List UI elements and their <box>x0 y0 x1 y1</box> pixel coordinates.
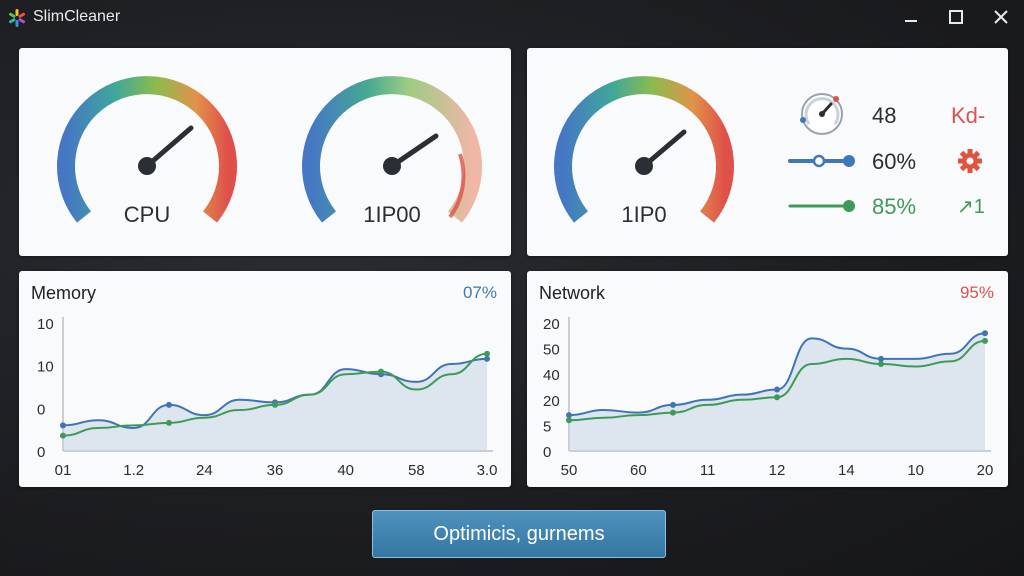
memory-x-tick-label: 24 <box>196 462 213 479</box>
network-y-tick-label: 20 <box>543 316 560 333</box>
memory-x-tick-label: 40 <box>337 462 354 479</box>
memory-chart-card: Memory 07% 10 10 0 0 01 1.2 24 36 40 58 3.0 <box>19 271 511 487</box>
memory-x-tick-label: 36 <box>267 462 284 479</box>
memory-data-point <box>378 368 384 375</box>
gpu-gauge <box>302 76 482 223</box>
network-data-point <box>774 386 780 393</box>
network-y-tick-label: 0 <box>543 444 551 461</box>
stat-row2-value: 60% <box>872 149 917 174</box>
memory-y-tick-label: 0 <box>37 444 45 461</box>
network-x-tick-label: 12 <box>769 462 786 479</box>
network-chart-svg: 205040205050 60 11 12 14 10 20 <box>543 316 994 479</box>
memory-data-point <box>166 401 172 408</box>
minimize-icon <box>905 20 917 22</box>
network-data-point <box>566 417 572 424</box>
title-bar: SlimCleaner <box>0 0 1024 36</box>
network-data-point <box>878 355 884 362</box>
memory-x-tick-label: 01 <box>55 462 72 479</box>
stat-row1-value: 48 <box>872 103 897 128</box>
memory-data-point <box>484 350 490 357</box>
network-x-tick-label: 11 <box>700 462 716 479</box>
memory-y-tick-label: 0 <box>37 401 45 418</box>
optimize-button[interactable]: Optimicis, gurnems <box>372 510 666 558</box>
close-icon <box>994 10 1008 24</box>
memory-data-point <box>60 432 66 439</box>
maximize-icon <box>949 10 963 24</box>
memory-data-point <box>60 422 66 429</box>
network-y-tick-label: 5 <box>543 418 551 435</box>
disk-gauge <box>554 76 734 223</box>
network-x-tick-label: 10 <box>907 462 924 479</box>
optimize-button-label: Optimicis, gurnems <box>433 523 605 545</box>
network-data-point <box>878 360 884 367</box>
maximize-button[interactable] <box>945 6 967 28</box>
network-x-tick-label: 60 <box>630 462 647 479</box>
memory-chart-svg: 10 10 0 0 01 1.2 24 36 40 58 3.0 <box>37 316 498 479</box>
app-logo-icon <box>9 9 25 27</box>
network-data-point <box>982 337 988 344</box>
disk-gauge-label: 1IP0 <box>621 202 667 227</box>
network-data-point <box>670 409 676 416</box>
slider-row3[interactable] <box>788 200 855 212</box>
memory-data-point <box>166 419 172 426</box>
network-y-tick-label: 20 <box>543 393 560 410</box>
network-y-tick-label: 50 <box>543 342 560 359</box>
memory-data-point <box>484 355 490 362</box>
network-x-tick-label: 14 <box>838 462 855 479</box>
slider-row2[interactable] <box>788 154 855 168</box>
memory-y-tick-label: 10 <box>37 316 54 333</box>
window-title: SlimCleaner <box>33 8 121 25</box>
network-data-point <box>566 412 572 419</box>
network-chart-card: Network 95% 20 50 40 20 5 0 50 60 11 12 14 10 20 <box>527 271 1008 487</box>
gear-icon <box>958 149 982 173</box>
close-button[interactable] <box>990 6 1012 28</box>
network-data-point <box>774 394 780 401</box>
memory-data-point <box>272 401 278 408</box>
network-x-tick-label: 50 <box>561 462 578 479</box>
minimize-button[interactable] <box>900 6 922 28</box>
stat-row3-extra: ↗1 <box>957 196 985 218</box>
network-data-point <box>670 401 676 408</box>
memory-y-tick-label: 10 <box>37 359 54 376</box>
network-x-tick-label: 20 <box>977 462 994 479</box>
speedometer-icon <box>800 93 843 135</box>
gpu-gauge-label: 1IP00 <box>363 202 421 227</box>
cpu-gauge <box>57 76 237 223</box>
memory-x-tick-label: 3.0 <box>477 462 498 479</box>
stat-row3-value: 85% <box>872 194 917 219</box>
cpu-gauge-label: CPU <box>123 202 171 227</box>
stat-row1-extra: Kd- <box>951 103 986 128</box>
memory-x-tick-label: 1.2 <box>123 462 144 479</box>
gauges-card-right: 1IP0 48 Kd- 60% 85% ↗1 <box>527 48 1008 256</box>
memory-x-tick-label: 58 <box>408 462 425 479</box>
network-y-tick-label: 40 <box>543 367 560 384</box>
gauges-card-left: CPU 1IP00 <box>19 48 511 256</box>
network-data-point <box>982 330 988 337</box>
